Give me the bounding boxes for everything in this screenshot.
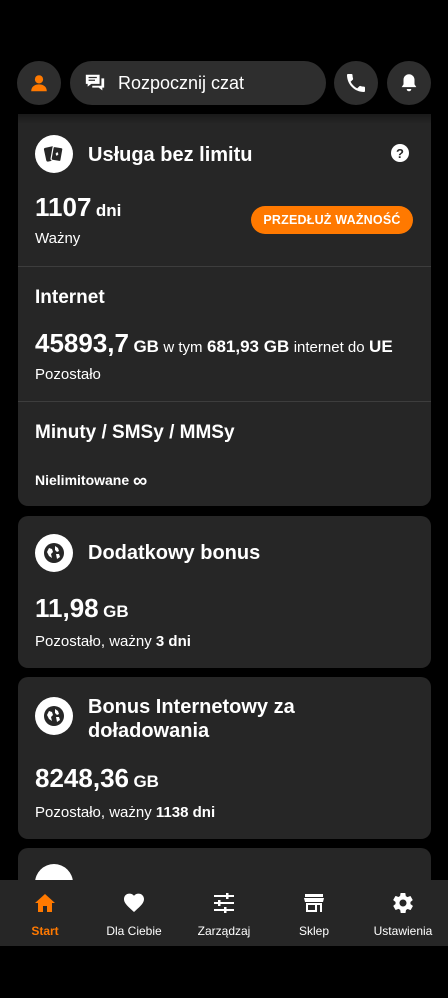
start-chat-button[interactable]: Rozpocznij czat — [70, 61, 326, 105]
topup-bonus-card: Bonus Internetowy za doładowania 8248,36… — [18, 677, 431, 839]
days-value: 1107 — [35, 192, 92, 222]
bonus-badge — [35, 534, 73, 572]
user-icon — [31, 75, 47, 92]
gear-icon — [393, 893, 413, 913]
internet-eu-region: UE — [369, 337, 393, 356]
heart-icon — [124, 893, 144, 912]
topup-bonus-remaining: Pozostało, ważny 1138 dni — [35, 804, 215, 821]
extra-bonus-value: 11,98 — [35, 593, 99, 623]
bonus-badge — [35, 697, 73, 735]
globe-icon — [44, 706, 64, 726]
valid-days: 1138 dni — [155, 804, 216, 821]
cards-icon — [43, 145, 64, 163]
topup-bonus-value: 8248,36 — [35, 763, 129, 793]
topup-bonus-unit: GB — [133, 772, 159, 791]
sliders-icon — [214, 893, 234, 913]
nav-for-you[interactable]: Dla Ciebie — [89, 880, 179, 946]
system-gesture-area — [0, 946, 448, 998]
chat-icon — [85, 74, 105, 91]
store-icon — [304, 894, 324, 912]
partial-badge — [35, 864, 73, 880]
nav-label: Sklep — [298, 924, 330, 938]
extend-validity-button[interactable]: PRZEDŁUŻ WAŻNOŚĆ — [251, 206, 413, 234]
nav-settings[interactable]: Ustawienia — [358, 880, 448, 946]
internet-in-that: w tym — [163, 339, 203, 356]
service-badge — [35, 135, 73, 173]
phone-icon — [347, 74, 365, 92]
nav-label: Zarządzaj — [197, 924, 251, 938]
internet-amount: 45893,7 GB w tym 681,93 GB internet do U… — [35, 328, 393, 359]
bottom-navigation: Start Dla Ciebie Zarządzaj Sklep Ustawie… — [0, 880, 448, 946]
days-unit: dni — [95, 201, 122, 220]
divider — [18, 401, 431, 402]
extra-bonus-remaining: Pozostało, ważny 3 dni — [35, 633, 191, 650]
home-icon — [35, 894, 55, 912]
remaining-label: Pozostało, ważny — [35, 804, 152, 821]
topup-bonus-title: Bonus Internetowy za doładowania — [88, 695, 295, 743]
internet-value: 45893,7 — [35, 328, 129, 358]
nav-shop[interactable]: Sklep — [269, 880, 359, 946]
extra-bonus-card: Dodatkowy bonus 11,98 GB Pozostało, ważn… — [18, 516, 431, 668]
globe-icon — [44, 543, 64, 563]
internet-eu-value: 681,93 GB — [207, 337, 290, 356]
service-title: Usługa bez limitu — [88, 144, 253, 166]
title-line-2: doładowania — [88, 720, 210, 742]
minutes-unlimited: Nielimitowane ∞ — [35, 470, 147, 493]
extra-bonus-title: Dodatkowy bonus — [88, 542, 261, 564]
internet-eu-label: internet do — [293, 339, 365, 356]
status-bar — [0, 0, 448, 44]
remaining-label: Pozostało, ważny — [35, 633, 152, 650]
internet-unit: GB — [133, 337, 159, 356]
divider — [18, 266, 431, 267]
call-button[interactable] — [334, 61, 378, 105]
help-icon[interactable]: ? — [391, 144, 409, 162]
internet-heading: Internet — [35, 287, 105, 308]
topup-bonus-amount: 8248,36 GB — [35, 763, 159, 794]
notifications-button[interactable] — [387, 61, 431, 105]
unlimited-label: Nielimitowane — [35, 472, 130, 488]
chat-label: Rozpocznij czat — [118, 72, 245, 93]
extra-bonus-unit: GB — [103, 602, 129, 621]
internet-remaining-label: Pozostało — [35, 366, 101, 383]
valid-days: 3 dni — [155, 633, 191, 650]
title-line-1: Bonus Internetowy za — [88, 696, 295, 718]
nav-manage[interactable]: Zarządzaj — [179, 880, 269, 946]
main-scroll-area[interactable]: Usługa bez limitu ? 1107 dni Ważny PRZED… — [0, 44, 448, 880]
nav-label: Start — [31, 924, 59, 938]
service-days: 1107 dni — [35, 192, 121, 223]
profile-button[interactable] — [17, 61, 61, 105]
extra-bonus-amount: 11,98 GB — [35, 593, 129, 624]
next-card-partial — [18, 848, 431, 880]
bell-icon — [401, 74, 417, 92]
infinity-icon: ∞ — [133, 470, 148, 492]
unlimited-service-card: Usługa bez limitu ? 1107 dni Ważny PRZED… — [18, 114, 431, 506]
minutes-heading: Minuty / SMSy / MMSy — [35, 422, 235, 443]
nav-label: Dla Ciebie — [106, 924, 162, 938]
nav-start[interactable]: Start — [0, 880, 90, 946]
valid-label: Ważny — [35, 230, 81, 247]
nav-label: Ustawienia — [373, 924, 433, 938]
